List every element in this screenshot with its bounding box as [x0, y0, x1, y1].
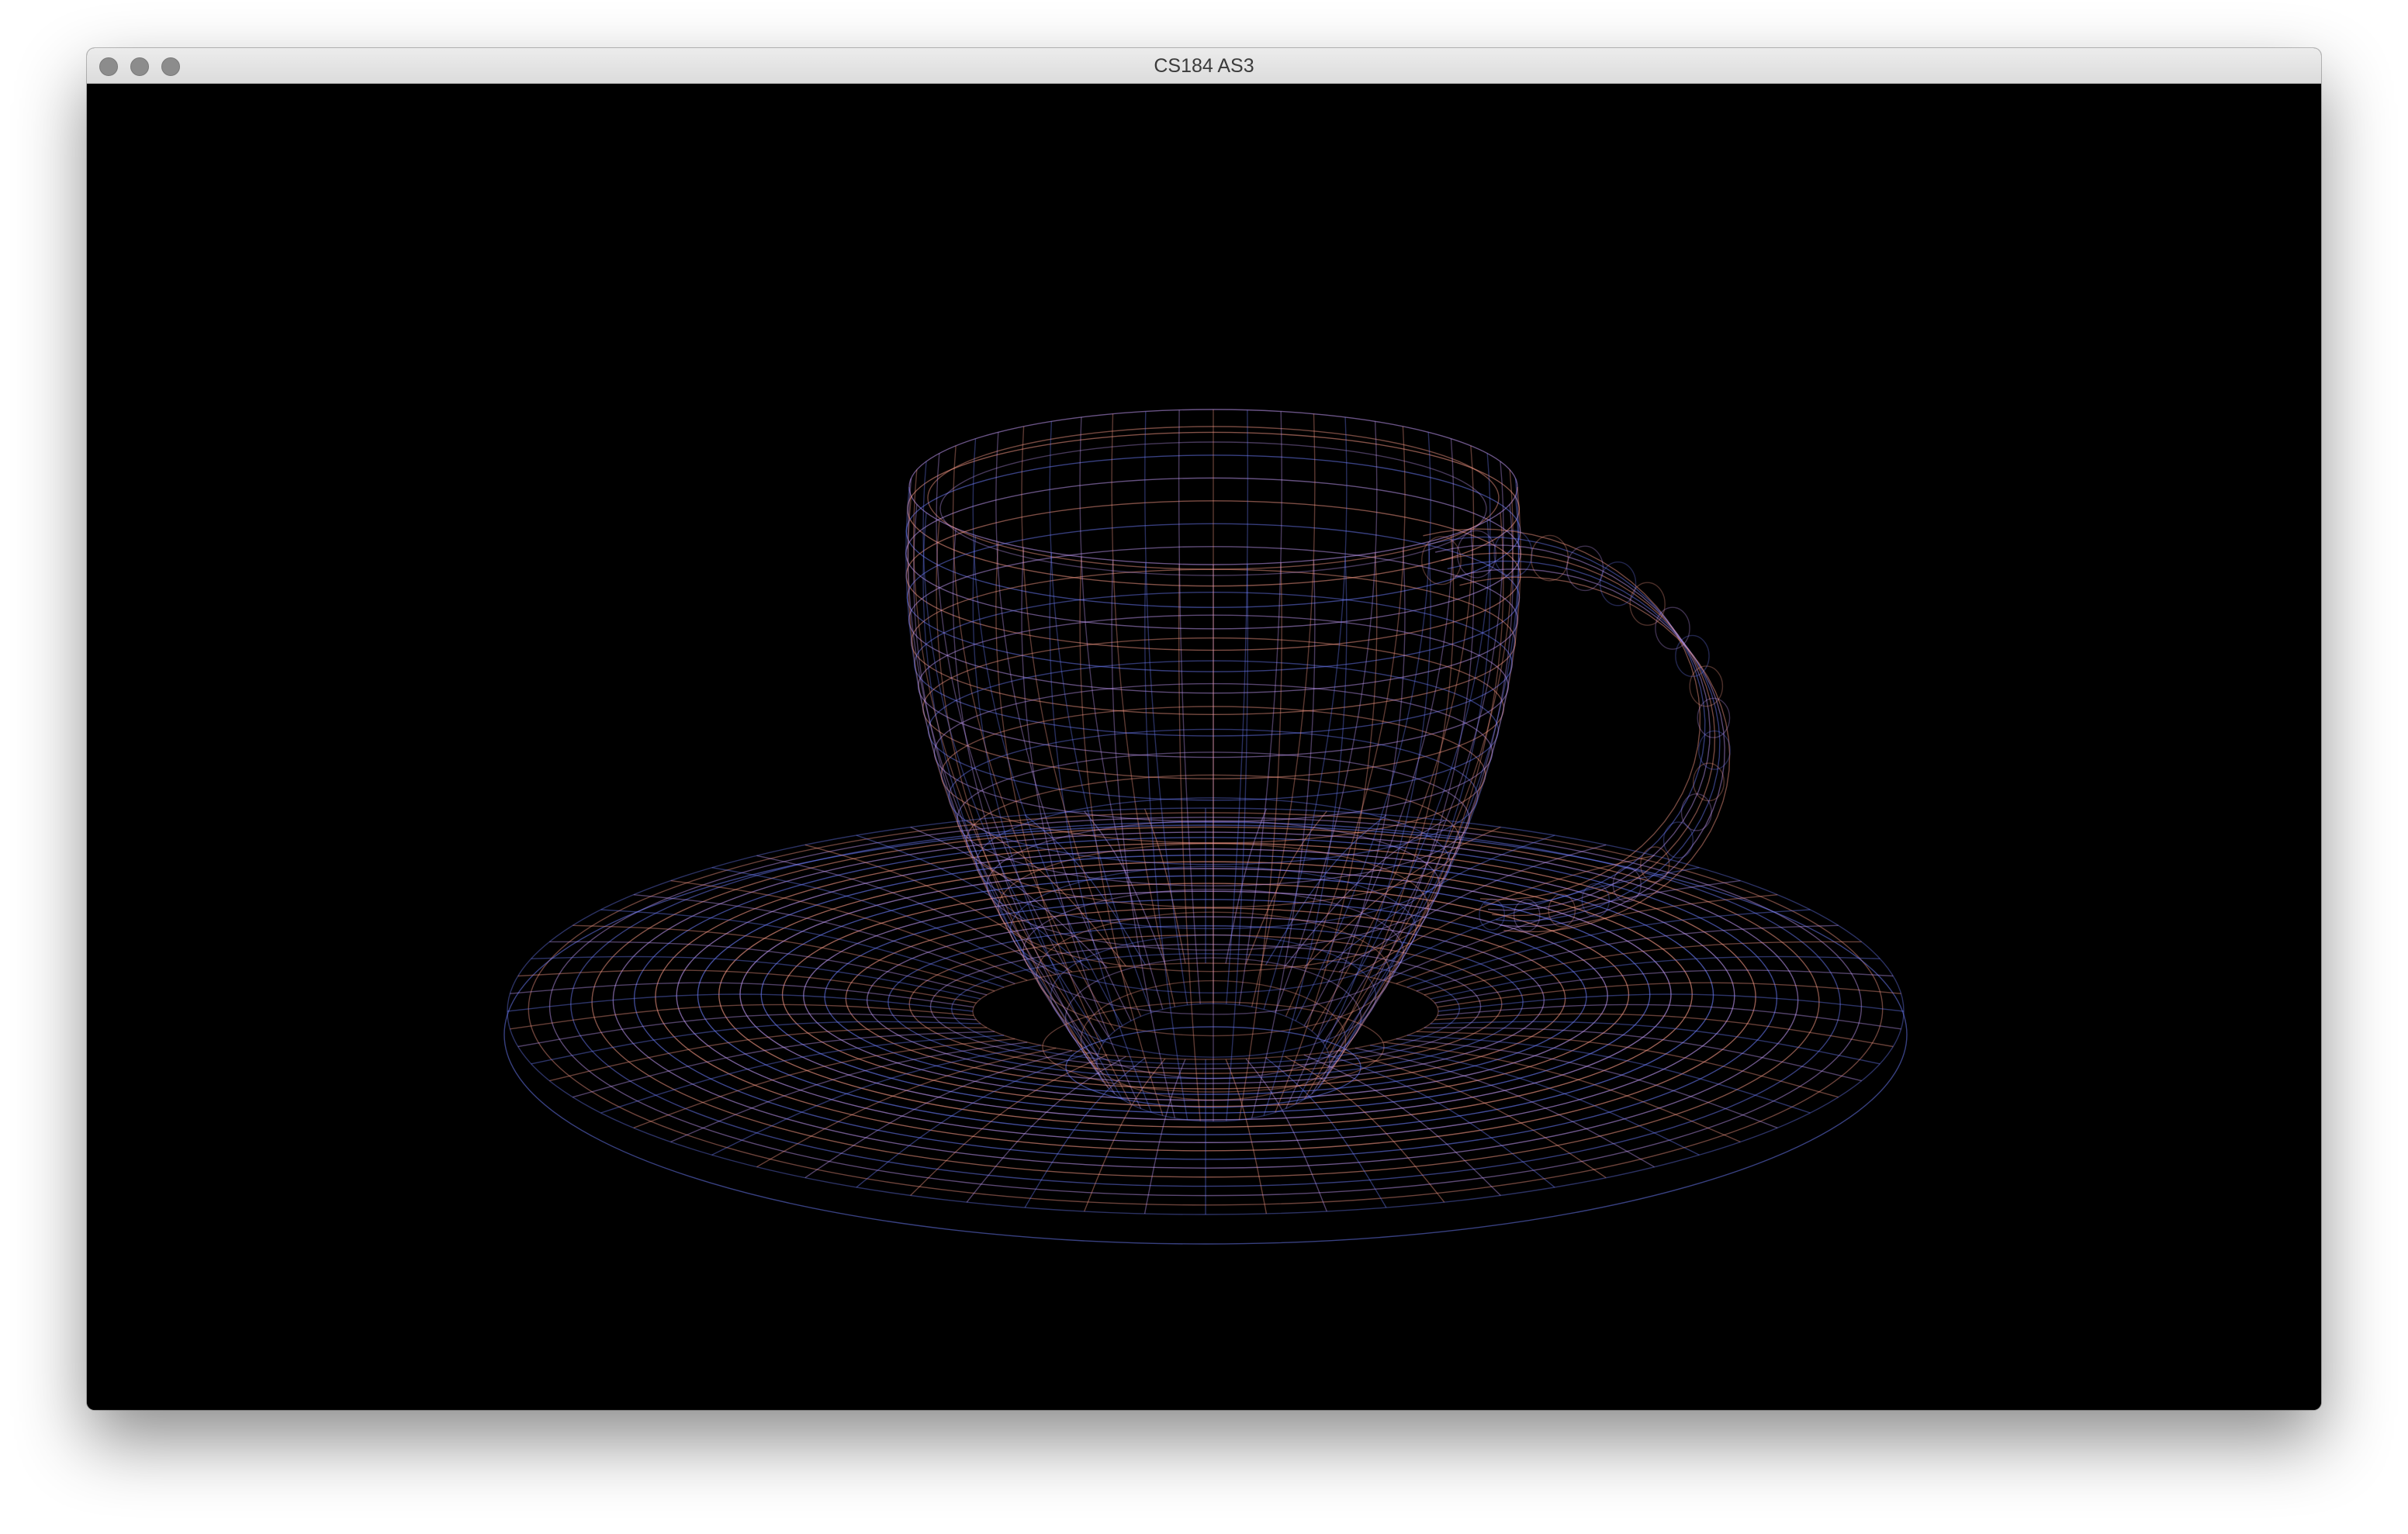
app-window: CS184 AS3 — [87, 48, 2321, 1410]
teacup-wireframe-render — [503, 409, 1908, 1245]
saucer-mesh — [503, 807, 1908, 1245]
handle-mesh — [1421, 528, 1731, 933]
title-bar[interactable]: CS184 AS3 — [87, 48, 2321, 84]
window-title: CS184 AS3 — [1154, 55, 1254, 77]
cup-mesh — [905, 409, 1521, 1122]
render-viewport[interactable] — [87, 84, 2321, 1410]
